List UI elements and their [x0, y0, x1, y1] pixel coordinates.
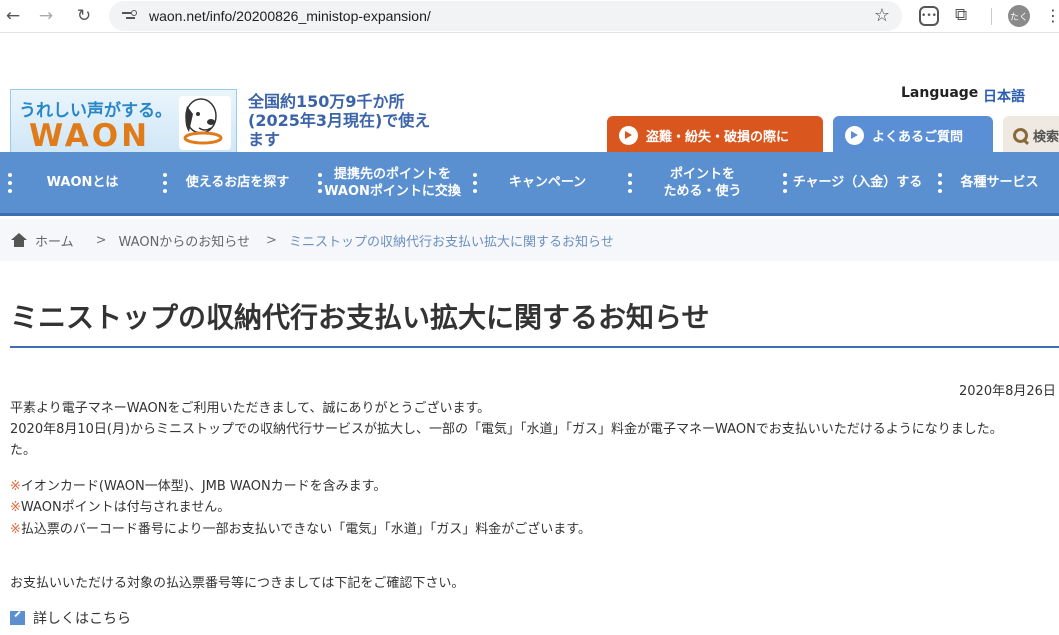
- faq-button-label: よくあるご質問: [872, 130, 964, 145]
- title-underline: [10, 346, 1059, 348]
- article-date: 2020年8月26日: [959, 384, 1056, 399]
- browser-toolbar: ← → ↻ waon.net/info/20200826_ministop-ex…: [0, 0, 1059, 33]
- nav-item-services[interactable]: 各種サービス: [930, 152, 1059, 213]
- arrow-circle-icon: [845, 126, 864, 145]
- breadcrumb-separator: >: [95, 232, 107, 248]
- toolbar-divider: [991, 8, 992, 25]
- greeting-text: 平素より電子マネーWAONをご利用いただきまして、誠にありがとうございます。: [10, 401, 491, 416]
- search-button-label: 検索: [1033, 130, 1059, 145]
- extensions-puzzle-icon[interactable]: ⧉: [955, 5, 967, 25]
- waon-logo[interactable]: うれしい声がする。 WAON: [10, 89, 237, 156]
- url-text[interactable]: waon.net/info/20200826_ministop-expansio…: [149, 8, 431, 24]
- breadcrumb: ホーム > WAONからのお知らせ > ミニストップの収納代行お支払い拡大に関す…: [0, 219, 1059, 261]
- waon-dog-mascot-icon: [179, 96, 231, 150]
- back-arrow-icon[interactable]: ←: [2, 5, 24, 27]
- nav-item-earn-use-points[interactable]: ポイントを ためる・使う: [620, 152, 775, 213]
- note-item: ※払込票のバーコード番号により一部お支払いできない「電気」「水道」「ガス」料金が…: [10, 522, 591, 537]
- vertical-dots-icon: [938, 173, 942, 193]
- details-link[interactable]: 詳しくはこちら: [10, 608, 131, 628]
- site-header: うれしい声がする。 WAON 全国約150万9千か所(2025年3月現在)で使え…: [0, 33, 1059, 158]
- nav-item-charge[interactable]: チャージ（入金）する: [775, 152, 930, 213]
- body-text-line-1: 2020年8月10日(月)からミニストップでの収納代行サービスが拡大し、一部の「…: [10, 422, 1003, 437]
- breadcrumb-home[interactable]: ホーム: [35, 231, 74, 250]
- bookmark-star-icon[interactable]: ☆: [874, 5, 890, 26]
- note-mark: ※: [10, 500, 21, 515]
- vertical-dots-icon: [628, 173, 632, 193]
- external-link-icon: [10, 611, 25, 625]
- extension-chat-icon[interactable]: •••: [919, 6, 939, 26]
- vertical-dots-icon: [783, 173, 787, 193]
- confirm-text: お支払いいただける対象の払込票番号等につきましては下記をご確認下さい。: [10, 576, 465, 591]
- breadcrumb-separator: >: [266, 232, 277, 248]
- note-item: ※イオンカード(WAON一体型)、JMB WAONカードを含みます。: [10, 479, 387, 494]
- theft-loss-button-label: 盗難・紛失・破損の際に: [646, 130, 790, 145]
- breadcrumb-current: ミニストップの収納代行お支払い拡大に関するお知らせ: [288, 234, 614, 250]
- arrow-circle-icon: [619, 126, 638, 145]
- breadcrumb-news[interactable]: WAONからのお知らせ: [119, 231, 251, 250]
- language-label: Language: [901, 85, 979, 101]
- note-item: ※WAONポイントは付与されません。: [10, 500, 231, 515]
- nav-item-about-waon[interactable]: WAONとは: [0, 152, 155, 213]
- nav-item-point-exchange[interactable]: 提携先のポイントを WAONポイントに交換: [310, 152, 465, 213]
- coverage-claim: 全国約150万9千か所(2025年3月現在)で使えます: [248, 92, 431, 149]
- vertical-dots-icon: [473, 173, 477, 193]
- details-link-label[interactable]: 詳しくはこちら: [33, 608, 131, 628]
- browser-menu-icon[interactable]: ⋮: [1045, 6, 1059, 25]
- global-navigation: WAONとは 使えるお店を探す 提携先のポイントを WAONポイントに交換 キャ…: [0, 152, 1059, 216]
- note-mark: ※: [10, 479, 21, 494]
- vertical-dots-icon: [318, 173, 322, 193]
- page-title: ミニストップの収納代行お支払い拡大に関するお知らせ: [10, 301, 710, 334]
- language-selector[interactable]: 日本語: [983, 86, 1025, 106]
- vertical-dots-icon: [8, 173, 12, 193]
- home-icon[interactable]: [11, 233, 27, 247]
- profile-avatar[interactable]: たく: [1008, 5, 1030, 27]
- vertical-dots-icon: [163, 173, 167, 193]
- forward-arrow-icon[interactable]: →: [35, 5, 57, 27]
- address-bar[interactable]: waon.net/info/20200826_ministop-expansio…: [109, 1, 902, 31]
- nav-item-find-stores[interactable]: 使えるお店を探す: [155, 152, 310, 213]
- reload-icon[interactable]: ↻: [73, 5, 95, 27]
- search-icon: [1013, 127, 1029, 144]
- note-mark: ※: [10, 522, 21, 537]
- nav-item-campaigns[interactable]: キャンペーン: [465, 152, 620, 213]
- site-settings-icon[interactable]: [121, 9, 137, 23]
- logo-wordmark: WAON: [29, 118, 151, 154]
- body-text-line-2: た。: [10, 443, 37, 458]
